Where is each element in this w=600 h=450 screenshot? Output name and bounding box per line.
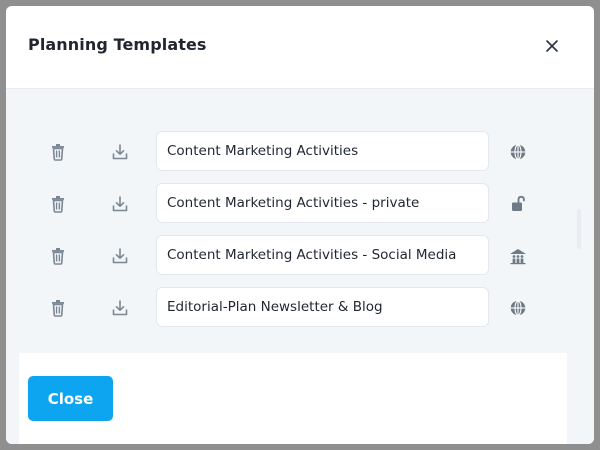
footer-gutter-right	[567, 353, 594, 444]
template-name-input[interactable]	[156, 235, 489, 275]
modal-title: Planning Templates	[28, 35, 207, 54]
modal-header: Planning Templates	[6, 6, 594, 89]
download-icon[interactable]	[110, 194, 130, 214]
download-icon[interactable]	[110, 246, 130, 266]
template-row	[6, 183, 594, 225]
close-button[interactable]: Close	[28, 376, 113, 421]
templates-list	[6, 89, 594, 353]
trash-icon[interactable]	[48, 142, 68, 162]
unlock-icon[interactable]	[508, 194, 528, 214]
planning-templates-modal: Planning Templates Content Marketing Act…	[6, 6, 594, 444]
download-icon[interactable]	[110, 142, 130, 162]
globe-icon[interactable]	[508, 142, 528, 162]
modal-footer: Close	[19, 353, 567, 444]
trash-icon[interactable]	[48, 194, 68, 214]
template-name-input[interactable]	[156, 183, 489, 223]
template-row	[6, 235, 594, 277]
template-name-input[interactable]	[156, 287, 489, 327]
trash-icon[interactable]	[48, 246, 68, 266]
template-row	[6, 287, 594, 329]
template-row	[6, 131, 594, 173]
template-name-input[interactable]	[156, 131, 489, 171]
team-icon[interactable]	[508, 246, 528, 266]
globe-icon[interactable]	[508, 298, 528, 318]
footer-gutter-left	[6, 353, 19, 444]
close-icon[interactable]	[542, 36, 562, 56]
trash-icon[interactable]	[48, 298, 68, 318]
download-icon[interactable]	[110, 298, 130, 318]
